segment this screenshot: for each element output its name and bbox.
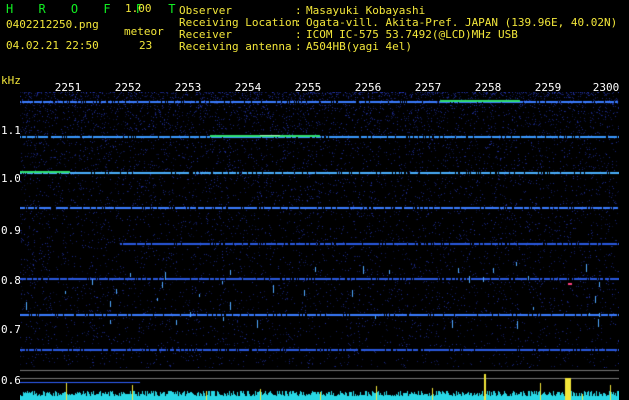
y-tick-label: 0.6 <box>1 374 21 387</box>
meteor-count: 23 <box>139 39 153 52</box>
antenna-sep: : <box>295 40 302 53</box>
antenna-value: A504HB(yagi 4el) <box>306 40 412 53</box>
version-label: 1.00 <box>125 2 152 15</box>
datetime-label: 04.02.21 22:50 <box>6 39 99 52</box>
y-tick-label: 1.1 <box>1 124 21 137</box>
y-tick-label: 0.9 <box>1 224 21 237</box>
antenna-key: Receiving antenna <box>179 40 292 53</box>
y-unit-label: kHz <box>1 74 21 87</box>
y-tick-label: 1.0 <box>1 172 21 185</box>
app-title: H R O F F T <box>6 2 185 16</box>
filename-label: 0402212250.png <box>6 18 99 31</box>
header-panel: H R O F F T 1.00 0402212250.png meteor 2… <box>0 0 629 74</box>
meteor-label: meteor <box>124 25 164 38</box>
signal-strength-strip <box>20 368 619 400</box>
y-tick-label: 0.8 <box>1 274 21 287</box>
spectrogram-canvas <box>20 92 619 368</box>
y-tick-label: 0.7 <box>1 323 21 336</box>
